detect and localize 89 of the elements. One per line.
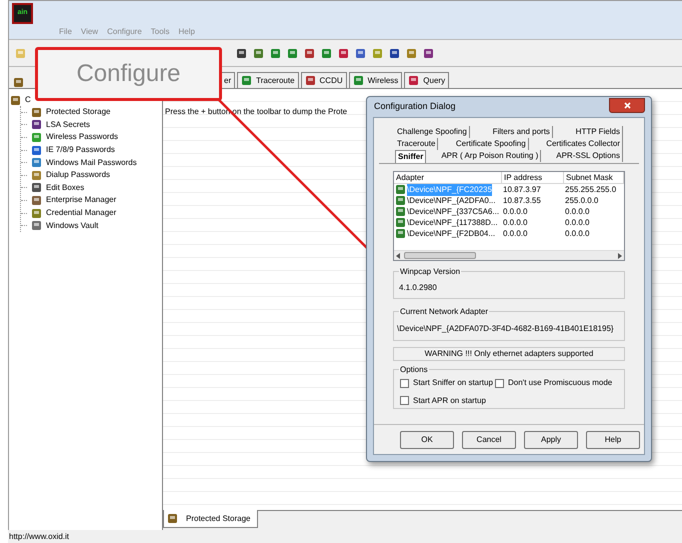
dialog-tab[interactable]: APR ( Arp Poison Routing )	[439, 150, 542, 162]
toolbar-icon	[287, 48, 298, 58]
tree-item[interactable]: Enterprise Manager	[46, 194, 116, 206]
column-header[interactable]: IP address	[502, 172, 564, 183]
dialog-tab[interactable]: Certificate Spoofing	[454, 138, 529, 150]
toolbar-icon	[338, 48, 349, 58]
tree-item[interactable]: LSA Secrets	[46, 118, 90, 131]
tree-item-icon	[31, 220, 42, 232]
winpcap-version: 4.1.0.2980	[399, 283, 437, 292]
toolbar-icon	[355, 48, 366, 58]
toolbar-icon	[423, 48, 434, 58]
tree-item-icon	[31, 182, 42, 194]
table-cell: 0.0.0.0	[503, 206, 528, 216]
tree-item-icon	[31, 208, 42, 219]
status-bar: http://www.oxid.it	[8, 530, 682, 543]
table-cell: 0.0.0.0	[503, 228, 528, 238]
table-cell: 0.0.0.0	[503, 218, 528, 226]
dialog-button[interactable]: Apply	[524, 430, 578, 448]
table-cell: \Device\NPF_{FC20235	[407, 184, 492, 196]
table-cell: \Device\NPF_{A2DFA0...	[407, 194, 496, 206]
bottom-tab[interactable]: Protected Storage	[163, 510, 258, 528]
tree-item[interactable]: IE 7/8/9 Passwords	[46, 144, 115, 156]
tree-item-icon	[31, 119, 42, 130]
tree-item[interactable]: Windows Vault	[46, 220, 98, 232]
toolbar-icon	[236, 48, 247, 58]
dialog-tab[interactable]: Certificates Collector	[544, 138, 623, 150]
tool-tab[interactable]: Traceroute	[237, 72, 299, 88]
option-checkbox[interactable]: Start Sniffer on startup	[400, 376, 495, 390]
tab-icon	[241, 75, 252, 86]
table-cell: 10.87.3.55	[503, 196, 541, 204]
tree-item[interactable]: Dialup Passwords	[46, 169, 110, 182]
tree-item-icon	[31, 144, 42, 156]
tree-item-icon	[31, 170, 42, 181]
table-cell: 0.0.0.0	[565, 228, 590, 238]
table-cell: \Device\NPF_{F2DB04...	[407, 228, 496, 240]
toolbar-icon	[270, 48, 281, 58]
tree-item[interactable]: Edit Boxes	[46, 182, 84, 194]
dialog-button[interactable]: Help	[586, 430, 640, 448]
dialog-title: Configuration Dialog	[374, 100, 456, 114]
dialog-tab[interactable]: Filters and ports	[490, 126, 553, 138]
tab-icon	[167, 513, 178, 524]
tree-item[interactable]: Protected Storage	[46, 106, 110, 118]
option-checkbox[interactable]: Start APR on startup	[400, 394, 495, 408]
tool-tab[interactable]: CCDU	[300, 72, 347, 88]
tool-tab[interactable]: Wireless	[348, 72, 402, 88]
dialog-tab[interactable]: Sniffer	[395, 150, 426, 162]
dialog-tab[interactable]: Challenge Spoofing	[395, 126, 470, 138]
scroll-right-icon[interactable]	[618, 252, 622, 258]
info-message: Press the + button on the toolbar to dump the Prote	[165, 106, 348, 118]
toolbar-icon	[389, 48, 400, 58]
tab-icon	[352, 75, 364, 86]
dialog-tab[interactable]: HTTP Fields	[574, 126, 623, 138]
toolbar-icon	[406, 48, 417, 58]
table-cell: \Device\NPF_{117388D...	[407, 216, 498, 228]
tree-root-label[interactable]: C	[25, 94, 31, 106]
tree-item-icon	[31, 132, 42, 143]
adapter-name: \Device\NPF_{A2DFA07D-3F4D-4682-B169-41B401E18195}	[397, 324, 614, 333]
dialog-tab[interactable]: APR-SSL Options	[554, 150, 623, 162]
column-header[interactable]: Adapter	[394, 172, 502, 183]
table-cell: 0.0.0.0	[565, 218, 590, 226]
tree-item-icon	[31, 157, 42, 168]
tree-item[interactable]: Wireless Passwords	[46, 131, 118, 144]
tree-item[interactable]: Credential Manager	[46, 207, 116, 220]
toolbar-icon	[304, 48, 315, 58]
toolbar-icon	[253, 48, 264, 58]
scrollbar-thumb[interactable]	[404, 252, 476, 259]
scroll-left-icon[interactable]	[396, 252, 400, 258]
dialog-button[interactable]: OK	[400, 430, 454, 448]
dialog-button[interactable]: Cancel	[462, 430, 516, 448]
close-button[interactable]	[609, 98, 645, 112]
option-checkbox[interactable]: Don't use Promiscuous mode	[495, 376, 618, 390]
tree-item-icon	[31, 194, 42, 206]
toolbar-icon	[321, 48, 332, 58]
tab-icon	[304, 75, 316, 86]
table-cell: 255.255.255.0	[565, 184, 616, 194]
tree-item[interactable]: Windows Mail Passwords	[46, 156, 137, 169]
table-cell: 10.87.3.97	[503, 184, 541, 194]
tool-tab[interactable]: Query	[404, 72, 450, 88]
tab-icon	[408, 75, 420, 86]
toolbar-icon	[372, 48, 383, 58]
column-header[interactable]: Subnet Mask	[564, 172, 624, 183]
callout-box: Configure	[35, 47, 222, 101]
tab-icon	[13, 77, 24, 88]
tree-item-icon	[31, 106, 42, 118]
table-cell: 0.0.0.0	[565, 206, 590, 216]
table-cell: \Device\NPF_{337C5A6...	[407, 206, 500, 218]
close-icon	[624, 102, 630, 108]
warning-message: WARNING !!! Only ethernet adapters supported	[393, 347, 625, 361]
table-cell: 255.0.0.0	[565, 196, 598, 204]
